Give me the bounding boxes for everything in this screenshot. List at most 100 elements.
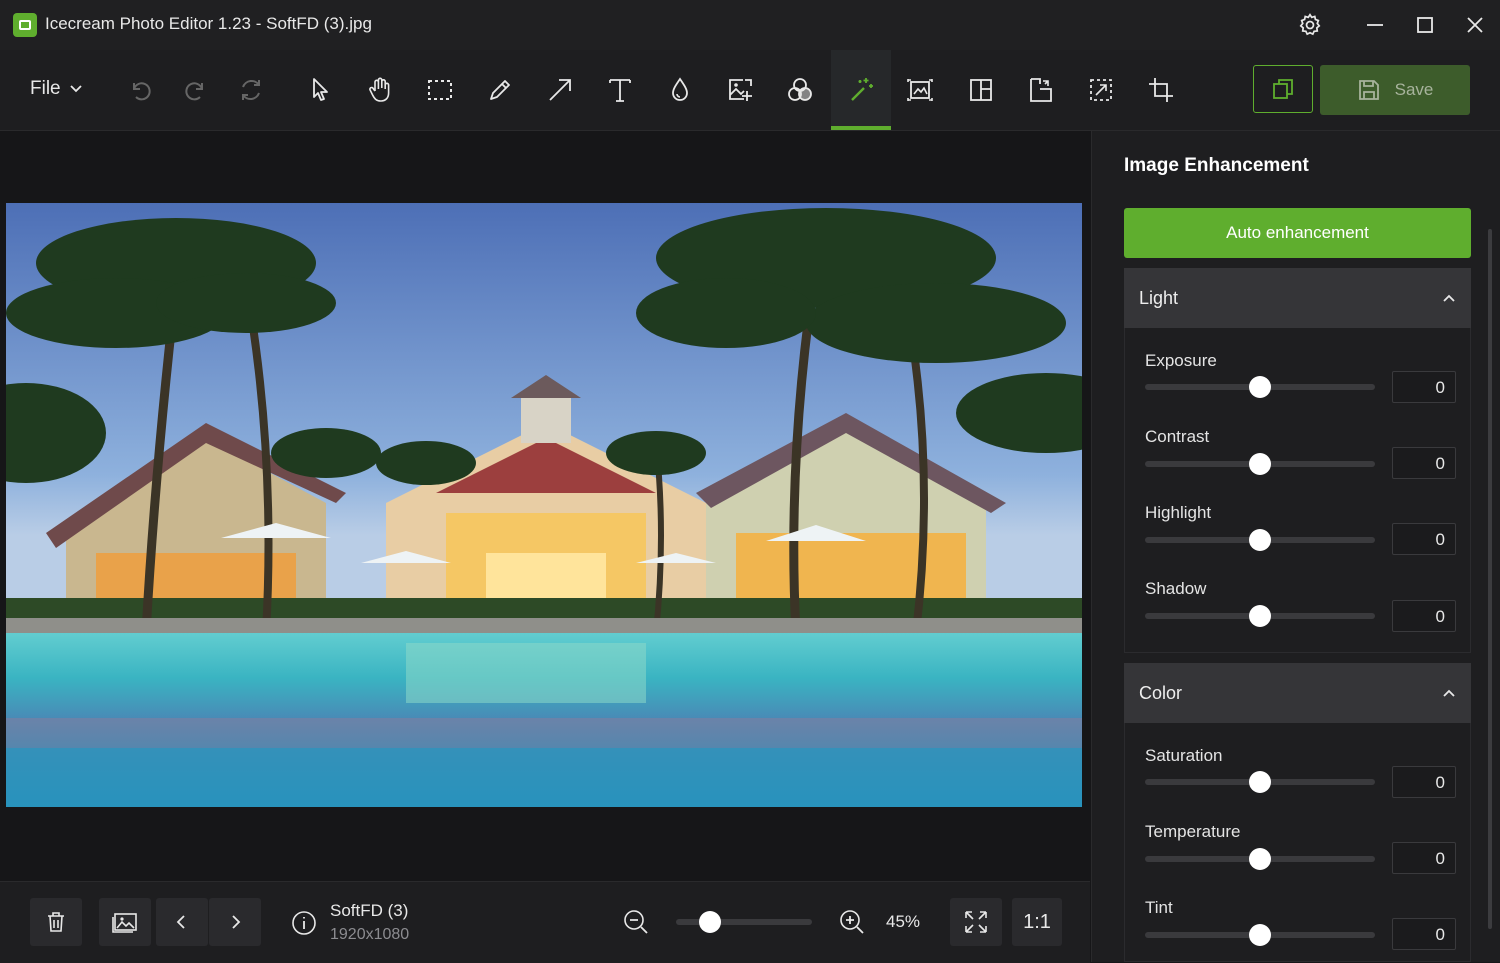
exposure-value-input[interactable]: 0 bbox=[1392, 371, 1456, 403]
filters-icon bbox=[788, 78, 812, 101]
redo-icon bbox=[185, 82, 203, 101]
color-section-label: Color bbox=[1139, 682, 1183, 703]
color-section-body: Saturation 0 Temperature 0 Tint 0 bbox=[1124, 723, 1471, 962]
shadow-slider-thumb[interactable] bbox=[1249, 605, 1271, 627]
minimize-icon[interactable] bbox=[1357, 8, 1393, 42]
close-icon[interactable] bbox=[1457, 8, 1493, 42]
light-section-header[interactable]: Light bbox=[1124, 268, 1471, 328]
crop-select-icon bbox=[1090, 79, 1112, 101]
redo-button[interactable] bbox=[166, 50, 226, 130]
app-camera-icon bbox=[13, 13, 37, 37]
highlight-slider[interactable] bbox=[1145, 529, 1375, 551]
crop-tool[interactable] bbox=[1131, 50, 1191, 130]
temperature-slider-thumb[interactable] bbox=[1249, 848, 1271, 870]
filters-tool[interactable] bbox=[770, 50, 830, 130]
settings-icon[interactable] bbox=[1292, 8, 1328, 42]
image-dimensions: 1920x1080 bbox=[330, 926, 410, 943]
pencil-tool[interactable] bbox=[470, 50, 530, 130]
highlight-value-input[interactable]: 0 bbox=[1392, 523, 1456, 555]
add-image-tool[interactable] bbox=[710, 50, 770, 130]
magic-wand-icon bbox=[851, 78, 873, 101]
zoom-in-icon[interactable] bbox=[838, 908, 866, 936]
blur-tool[interactable] bbox=[650, 50, 710, 130]
saturation-slider-thumb[interactable] bbox=[1249, 771, 1271, 793]
title-bar: Icecream Photo Editor 1.23 - SoftFD (3).… bbox=[0, 0, 1500, 50]
chevron-up-icon bbox=[1443, 689, 1455, 697]
marquee-tool[interactable] bbox=[410, 50, 470, 130]
shadow-slider[interactable] bbox=[1145, 605, 1375, 627]
info-icon[interactable] bbox=[291, 910, 317, 936]
contrast-slider[interactable] bbox=[1145, 453, 1375, 475]
rotate-icon bbox=[1030, 78, 1052, 102]
exposure-slider-thumb[interactable] bbox=[1249, 376, 1271, 398]
compare-icon bbox=[1273, 79, 1293, 99]
crop-icon bbox=[1149, 78, 1173, 102]
trash-icon bbox=[48, 912, 64, 932]
temperature-label: Temperature bbox=[1145, 822, 1241, 841]
light-section-body: Exposure 0 Contrast 0 Highlight 0 Shadow… bbox=[1124, 328, 1471, 653]
undo-icon bbox=[133, 82, 151, 101]
enhancement-panel: Image Enhancement Auto enhancement Light… bbox=[1091, 131, 1500, 962]
contrast-slider-thumb[interactable] bbox=[1249, 453, 1271, 475]
crop-select-tool[interactable] bbox=[1071, 50, 1131, 130]
zoom-percentage: 45% bbox=[886, 912, 921, 931]
collage-icon bbox=[970, 79, 992, 101]
delete-button[interactable] bbox=[30, 898, 82, 946]
undo-button[interactable] bbox=[110, 50, 170, 130]
tint-slider[interactable] bbox=[1145, 924, 1375, 946]
color-section-header[interactable]: Color bbox=[1124, 663, 1471, 723]
auto-enhancement-button[interactable]: Auto enhancement bbox=[1124, 208, 1471, 258]
compare-button[interactable] bbox=[1253, 65, 1313, 113]
rotate-tool[interactable] bbox=[1011, 50, 1071, 130]
chevron-up-icon bbox=[1443, 294, 1455, 302]
reset-button[interactable] bbox=[221, 50, 281, 130]
exposure-slider[interactable] bbox=[1145, 376, 1375, 398]
contrast-value-input[interactable]: 0 bbox=[1392, 447, 1456, 479]
collage-tool[interactable] bbox=[951, 50, 1011, 130]
highlight-slider-thumb[interactable] bbox=[1249, 529, 1271, 551]
resize-tool[interactable] bbox=[890, 50, 950, 130]
panel-scrollbar[interactable] bbox=[1488, 229, 1492, 929]
light-section-label: Light bbox=[1139, 287, 1179, 308]
image-canvas[interactable] bbox=[0, 131, 1090, 881]
shadow-value-input[interactable]: 0 bbox=[1392, 600, 1456, 632]
gallery-button[interactable] bbox=[99, 898, 151, 946]
next-image-button[interactable] bbox=[209, 898, 261, 946]
tint-slider-thumb[interactable] bbox=[1249, 924, 1271, 946]
chevron-down-icon bbox=[69, 85, 82, 93]
previous-image-button[interactable] bbox=[156, 898, 208, 946]
zoom-slider[interactable] bbox=[676, 911, 812, 933]
highlight-label: Highlight bbox=[1145, 503, 1212, 522]
fit-to-screen-button[interactable] bbox=[950, 898, 1002, 946]
tint-label: Tint bbox=[1145, 898, 1173, 917]
pencil-icon bbox=[490, 80, 510, 100]
hand-tool[interactable] bbox=[350, 50, 410, 130]
arrow-tool[interactable] bbox=[530, 50, 590, 130]
floppy-disk-icon bbox=[1358, 80, 1379, 100]
cursor-icon bbox=[313, 78, 328, 101]
photo-resort-pool bbox=[6, 203, 1082, 807]
enhance-tool[interactable] bbox=[831, 50, 891, 130]
window-title: Icecream Photo Editor 1.23 - SoftFD (3).… bbox=[45, 14, 372, 33]
file-name: SoftFD (3) bbox=[330, 901, 409, 920]
select-tool[interactable] bbox=[290, 50, 350, 130]
maximize-icon[interactable] bbox=[1407, 8, 1443, 42]
text-tool[interactable] bbox=[590, 50, 650, 130]
zoom-slider-thumb[interactable] bbox=[699, 911, 721, 933]
file-menu-label: File bbox=[30, 78, 61, 99]
temperature-value-input[interactable]: 0 bbox=[1392, 842, 1456, 874]
save-button[interactable]: Save bbox=[1320, 65, 1470, 115]
drop-icon bbox=[672, 77, 688, 101]
save-label: Save bbox=[1394, 80, 1434, 99]
marquee-icon bbox=[428, 80, 452, 100]
zoom-out-icon[interactable] bbox=[622, 908, 650, 936]
temperature-slider[interactable] bbox=[1145, 848, 1375, 870]
saturation-value-input[interactable]: 0 bbox=[1392, 766, 1456, 798]
tint-value-input[interactable]: 0 bbox=[1392, 918, 1456, 950]
arrow-icon bbox=[549, 79, 571, 101]
saturation-slider[interactable] bbox=[1145, 771, 1375, 793]
contrast-label: Contrast bbox=[1145, 427, 1210, 446]
actual-size-button[interactable]: 1:1 bbox=[1012, 898, 1062, 946]
fit-screen-icon bbox=[965, 911, 987, 933]
file-menu[interactable]: File bbox=[30, 78, 83, 100]
